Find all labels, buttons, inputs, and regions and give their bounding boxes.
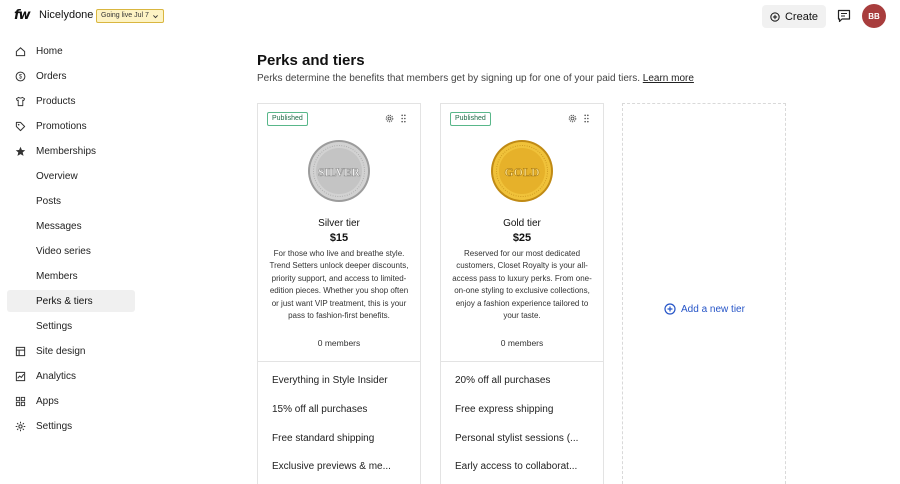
divider xyxy=(258,361,420,362)
sidebar-item-label: Promotions xyxy=(36,120,87,132)
sidebar: Home $ Orders Products Promotions Member… xyxy=(0,40,140,440)
sidebar-item-site-design[interactable]: Site design xyxy=(7,340,135,362)
sidebar-item-settings[interactable]: Settings xyxy=(7,415,135,437)
medal-text: SILVER xyxy=(318,167,360,179)
chevron-down-icon xyxy=(152,14,158,18)
sidebar-item-perks-tiers[interactable]: Perks & tiers xyxy=(7,290,135,312)
add-tier-button[interactable]: Add a new tier xyxy=(664,303,745,315)
sidebar-item-label: Apps xyxy=(36,395,59,407)
sidebar-item-messages[interactable]: Messages xyxy=(7,215,135,237)
sidebar-item-label: Settings xyxy=(36,320,73,332)
analytics-icon xyxy=(15,371,26,382)
gear-icon xyxy=(15,421,26,432)
page-subtitle: Perks determine the benefits that member… xyxy=(257,73,694,84)
tier-name: Silver tier xyxy=(318,218,360,229)
page-description: Perks determine the benefits that member… xyxy=(257,73,640,84)
create-label: Create xyxy=(784,10,819,23)
divider xyxy=(441,361,603,362)
tier-member-count: 0 members xyxy=(317,338,361,348)
perk-item[interactable]: Free express shipping xyxy=(455,404,595,415)
gear-icon[interactable] xyxy=(568,114,577,123)
sidebar-item-label: Settings xyxy=(36,420,73,432)
sidebar-item-label: Orders xyxy=(36,70,67,82)
perk-item[interactable]: 15% off all purchases xyxy=(272,404,412,415)
live-date-badge[interactable]: Going live Jul 7 xyxy=(96,9,164,23)
sidebar-item-label: Overview xyxy=(36,170,78,182)
gear-icon[interactable] xyxy=(385,114,394,123)
silver-medal-image: SILVER xyxy=(308,140,370,202)
sidebar-item-video-series[interactable]: Video series xyxy=(7,240,135,262)
sidebar-item-label: Site design xyxy=(36,345,86,357)
app-logo[interactable]: fw xyxy=(14,8,31,23)
learn-more-link[interactable]: Learn more xyxy=(643,73,694,84)
sidebar-item-label: Memberships xyxy=(36,145,97,157)
sidebar-item-memberships[interactable]: Memberships xyxy=(7,140,135,162)
sidebar-item-label: Home xyxy=(36,45,63,57)
drag-handle-icon[interactable] xyxy=(583,114,590,123)
medal-text: GOLD xyxy=(504,165,540,179)
tier-card-silver[interactable]: Published SILVER Silver tier $15 For tho… xyxy=(257,103,421,484)
sidebar-item-label: Members xyxy=(36,270,78,282)
tier-price: $15 xyxy=(329,232,349,244)
drag-handle-icon[interactable] xyxy=(400,114,407,123)
sidebar-item-membership-settings[interactable]: Settings xyxy=(7,315,135,337)
sidebar-item-orders[interactable]: $ Orders xyxy=(7,65,135,87)
store-name[interactable]: Nicelydone xyxy=(39,9,93,21)
perk-item[interactable]: Everything in Style Insider xyxy=(272,375,412,386)
svg-text:$: $ xyxy=(19,74,23,80)
add-tier-card[interactable]: Add a new tier xyxy=(622,103,786,484)
sidebar-item-promotions[interactable]: Promotions xyxy=(7,115,135,137)
sidebar-item-label: Video series xyxy=(36,245,91,257)
live-date-label: Going live Jul 7 xyxy=(101,12,149,19)
sidebar-item-home[interactable]: Home xyxy=(7,40,135,62)
sidebar-item-label: Messages xyxy=(36,220,82,232)
tier-member-count: 0 members xyxy=(500,338,544,348)
perk-item[interactable]: Free standard shipping xyxy=(272,433,412,444)
plus-circle-icon xyxy=(770,11,780,22)
sidebar-item-label: Analytics xyxy=(36,370,77,382)
sidebar-item-label: Products xyxy=(36,95,76,107)
tier-description: Reserved for our most dedicated customer… xyxy=(452,249,592,321)
top-bar: fw Nicelydone Going live Jul 7 Create BB xyxy=(0,0,900,32)
perk-item[interactable]: Exclusive previews & me... xyxy=(272,461,412,472)
sidebar-item-label: Posts xyxy=(36,195,62,207)
sidebar-item-overview[interactable]: Overview xyxy=(7,165,135,187)
products-icon xyxy=(15,96,26,107)
site-design-icon xyxy=(15,346,26,357)
tier-description: For those who live and breathe style. Tr… xyxy=(269,249,409,321)
status-badge: Published xyxy=(450,112,491,126)
status-badge: Published xyxy=(267,112,308,126)
gold-medal-image: GOLD xyxy=(491,140,553,202)
tier-price: $25 xyxy=(512,232,532,244)
sidebar-item-posts[interactable]: Posts xyxy=(7,190,135,212)
sidebar-item-products[interactable]: Products xyxy=(7,90,135,112)
perk-item[interactable]: 20% off all purchases xyxy=(455,375,595,386)
sidebar-item-label: Perks & tiers xyxy=(36,295,93,307)
avatar[interactable]: BB xyxy=(862,4,886,28)
perk-item[interactable]: Early access to collaborat... xyxy=(455,461,595,472)
tag-icon xyxy=(15,121,26,132)
add-tier-label: Add a new tier xyxy=(681,303,745,315)
sidebar-item-members[interactable]: Members xyxy=(7,265,135,287)
star-icon xyxy=(15,146,26,157)
tier-card-gold[interactable]: Published GOLD Gold tier $25 Reserved fo… xyxy=(440,103,604,484)
sidebar-item-analytics[interactable]: Analytics xyxy=(7,365,135,387)
plus-circle-icon xyxy=(664,303,676,315)
perk-item[interactable]: Personal stylist sessions (... xyxy=(455,433,595,444)
tier-name: Gold tier xyxy=(503,218,541,229)
create-button[interactable]: Create xyxy=(762,5,826,28)
page-title: Perks and tiers xyxy=(257,52,365,69)
home-icon xyxy=(15,46,26,57)
apps-icon xyxy=(15,396,26,407)
chat-icon[interactable] xyxy=(837,9,851,23)
orders-icon: $ xyxy=(15,71,26,82)
sidebar-item-apps[interactable]: Apps xyxy=(7,390,135,412)
